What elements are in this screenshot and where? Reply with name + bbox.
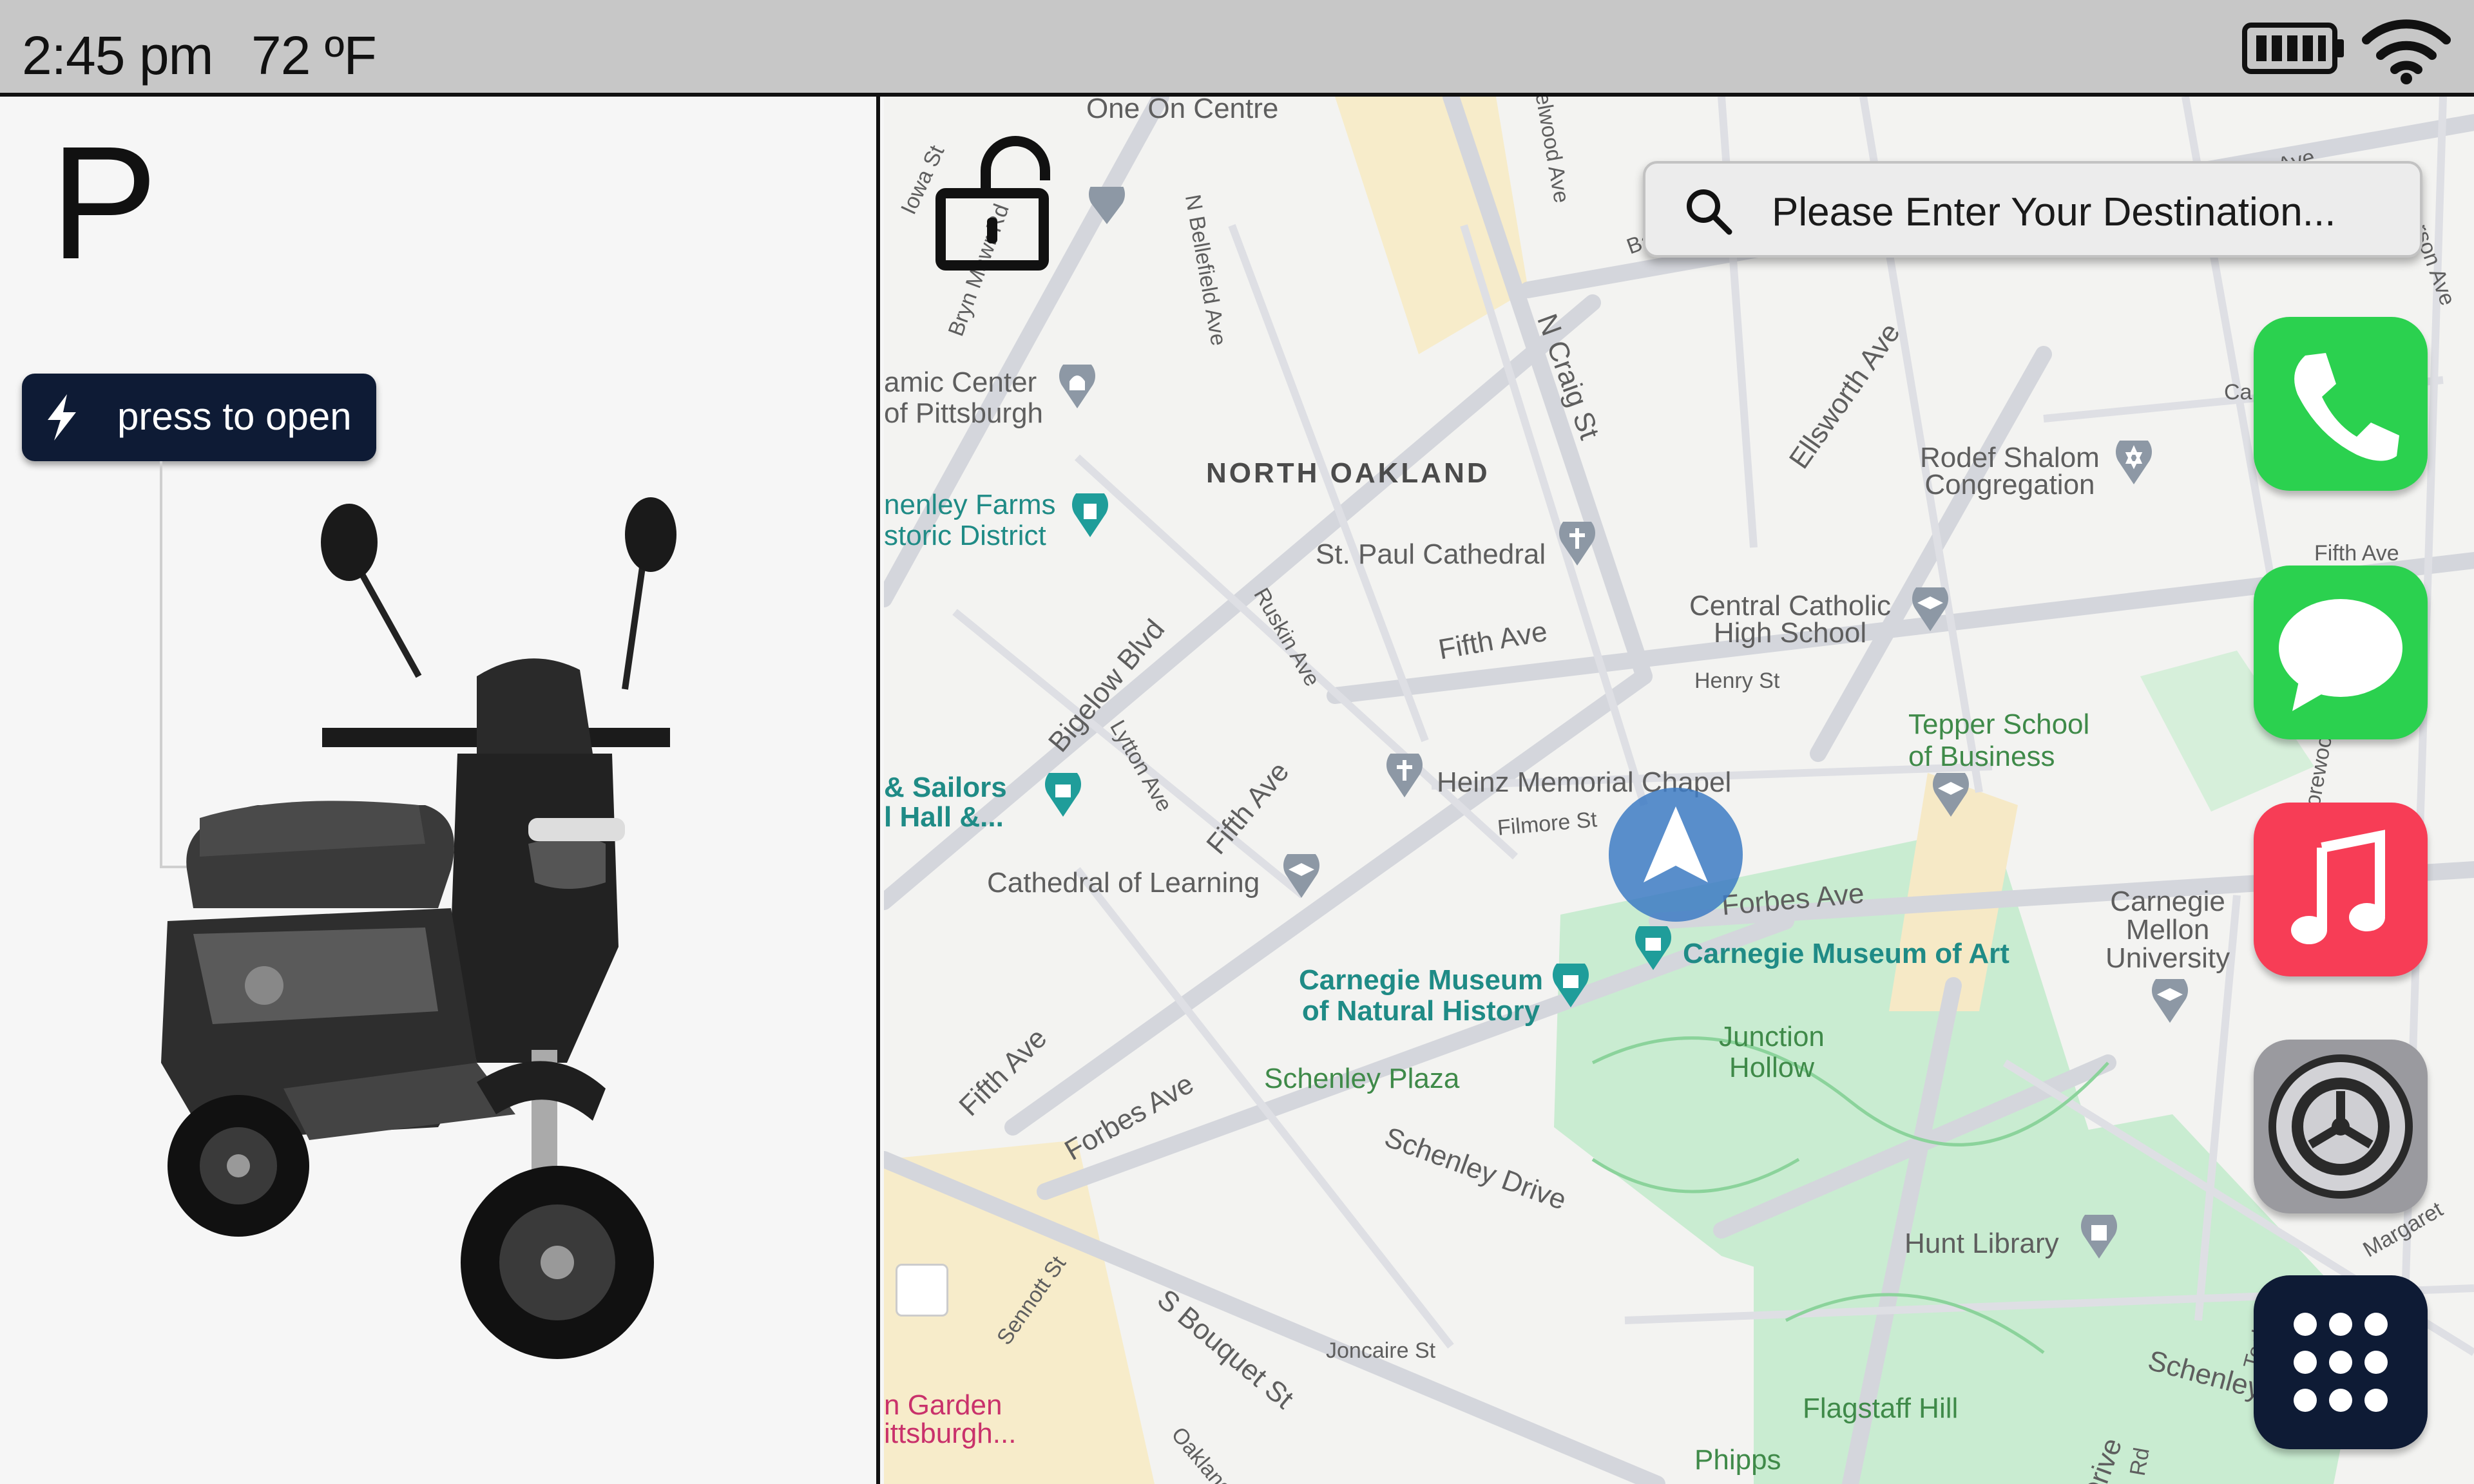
unlocked-padlock-icon[interactable] (934, 135, 1057, 274)
cmu-pin-icon (2152, 979, 2188, 1023)
chapel-pin-icon (1386, 754, 1423, 797)
map-label-north-oakland: NORTH OAKLAND (1206, 457, 1490, 489)
battery-icon (2242, 23, 2345, 77)
map-label-sailors: & Sailors l Hall &... (884, 772, 1007, 833)
museum-pin-icon-sailors (1045, 773, 1081, 817)
wifi-icon (2361, 14, 2451, 88)
search-placeholder: Please Enter Your Destination... (1772, 190, 2336, 234)
map-label-rd: Rd (2125, 1445, 2154, 1478)
map-label-one-on-centre: One On Centre (1086, 97, 1279, 124)
destination-search[interactable]: Please Enter Your Destination... (1643, 161, 2422, 258)
map-label-phipps: Phipps (1694, 1444, 1781, 1476)
vehicle-panel: P press to open (0, 97, 880, 1484)
synagogue-pin-icon (2116, 441, 2152, 484)
map-label-flagstaff: Flagstaff Hill (1803, 1393, 1959, 1424)
map-label-tepper: Tepper School of Business (1908, 709, 2090, 772)
school-pin-icon-tepper (1933, 773, 1969, 817)
phone-icon (2294, 353, 2399, 461)
music-app-button[interactable] (2254, 803, 2428, 976)
map-label-schenley-farms: nenley Farms storic District (884, 489, 1056, 551)
church-pin-icon (1559, 522, 1595, 566)
clock: 2:45 pm (22, 25, 214, 86)
temperature: 72 ºF (251, 25, 377, 86)
navigation-arrow-icon (1609, 788, 1743, 922)
map-label-st-paul: St. Paul Cathedral (1316, 538, 1546, 570)
library-pin-icon (2081, 1215, 2117, 1259)
settings-app-button[interactable] (2254, 1040, 2428, 1213)
map-label-central-catholic: Central Catholic High School (1689, 590, 1892, 649)
museum-pin-icon-art (1635, 926, 1671, 970)
map-label-cmu: Carnegie Mellon University (2105, 886, 2230, 974)
store-logo-icon (896, 1264, 948, 1317)
settings-gear-icon (2268, 1054, 2413, 1199)
map-label-museum-natural: Carnegie Museum of Natural History (1299, 964, 1543, 1027)
lightning-bolt-icon (43, 393, 81, 445)
university-pin-icon (1283, 854, 1319, 898)
map-label-fifth-ave-far: Fifth Ave (2314, 541, 2399, 566)
map-label-schenley-plaza: Schenley Plaza (1264, 1063, 1460, 1094)
app-library-button[interactable] (2254, 1275, 2428, 1449)
map-view[interactable]: One On Centre Iowa St Bryn Mawr Rd N Bel… (884, 97, 2474, 1484)
map-label-junction-hollow: Junction Hollow (1719, 1021, 1825, 1083)
museum-pin-icon-natural (1553, 964, 1589, 1007)
map-label-henry-st: Henry St (1694, 669, 1780, 693)
gear-indicator: P (50, 113, 158, 292)
map-label-museum-art: Carnegie Museum of Art (1683, 938, 2009, 969)
map-label-garden: n Garden ittsburgh... (884, 1389, 1017, 1449)
phone-app-button[interactable] (2254, 317, 2428, 491)
landmark-pin-icon (1072, 493, 1108, 537)
app-grid-icon (2294, 1313, 2388, 1412)
status-bar: 2:45 pm 72 ºF (0, 0, 2474, 97)
scooter-image (116, 483, 734, 1388)
messages-app-button[interactable] (2254, 566, 2428, 739)
open-button-label: press to open (117, 395, 352, 438)
map-label-hunt-library: Hunt Library (1904, 1228, 2059, 1259)
map-label-islamic-center: amic Center of Pittsburgh (884, 366, 1044, 429)
open-seat-button[interactable]: press to open (22, 374, 376, 461)
search-icon (1684, 187, 1733, 239)
map-label-joncaire: Joncaire St (1326, 1338, 1436, 1363)
map-label-cathedral: Cathedral of Learning (987, 867, 1260, 899)
school-pin-icon (1912, 587, 1948, 631)
map-label-rodef-shalom: Rodef Shalom Congregation (1920, 442, 2100, 500)
music-icon (2291, 830, 2385, 944)
map-label-ca: Ca (2224, 380, 2252, 404)
messages-icon (2279, 599, 2402, 711)
mosque-pin-icon (1059, 365, 1095, 408)
map-pin-icon (1089, 187, 1125, 224)
